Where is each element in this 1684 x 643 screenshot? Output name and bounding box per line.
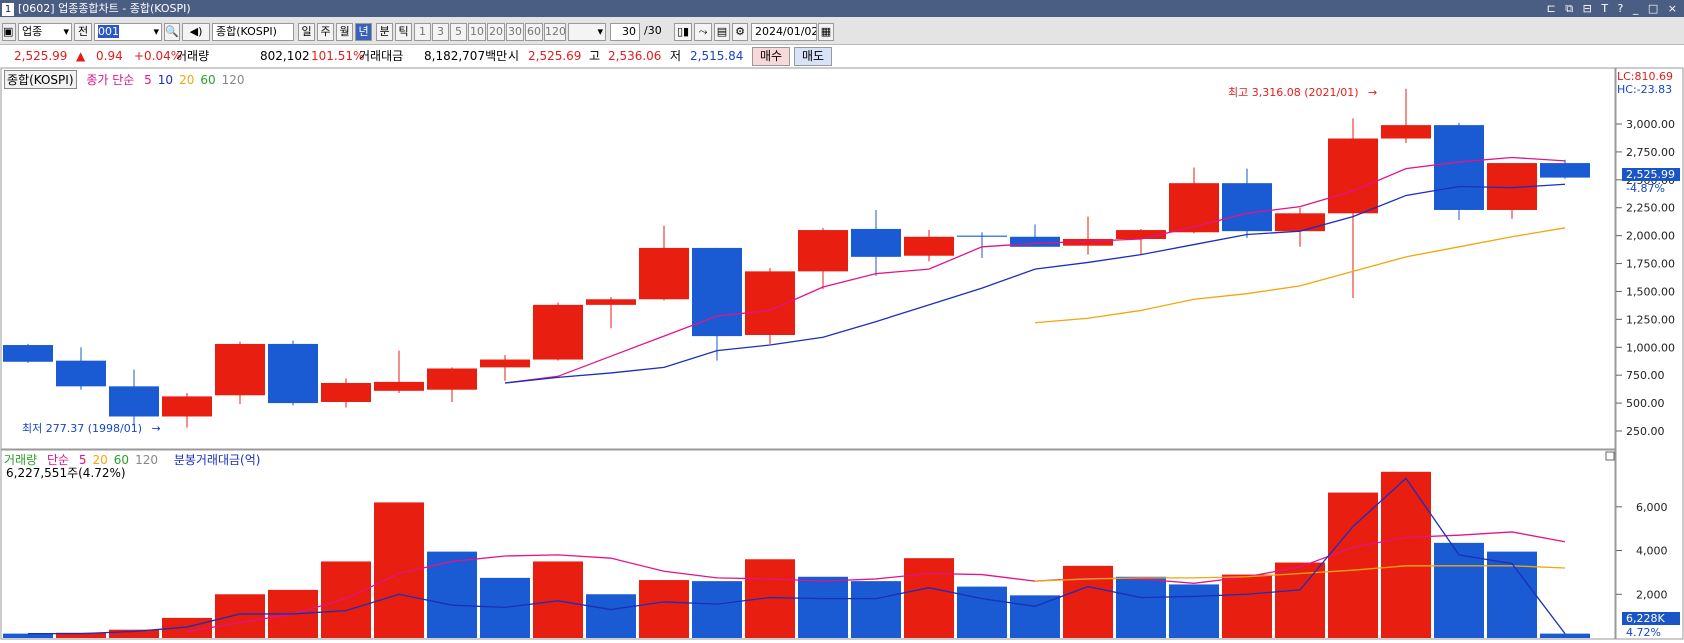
price-axis-label: 2,000.00 (1626, 230, 1675, 243)
price-axis-label: 1,750.00 (1626, 258, 1675, 271)
candle-body (268, 343, 318, 404)
price-axis-label: 3,000.00 (1626, 118, 1675, 131)
candle-body (1275, 213, 1325, 232)
volume-bar (1381, 471, 1431, 638)
volume-axis-label: 4,000 (1636, 545, 1668, 558)
volume-bar (1063, 565, 1113, 638)
candle-body (1381, 125, 1431, 139)
volume-bar (904, 558, 954, 638)
price-axis-label: 1,500.00 (1626, 285, 1675, 298)
ma-period-120: 120 (221, 73, 245, 87)
volume-bar (1222, 574, 1272, 638)
volume-bar (586, 594, 636, 638)
amount-legend-label: 분봉거래대금(억) (173, 453, 261, 467)
high-note-text: 최고 3,316.08 (2021/01) (1228, 86, 1359, 99)
candle-body (904, 236, 954, 256)
candle-body (1010, 236, 1060, 247)
ma-period-60: 60 (200, 73, 216, 87)
ma-period-5: 5 (144, 73, 152, 87)
volume-bar (533, 561, 583, 638)
candle-body (1222, 183, 1272, 232)
volume-axis-label: 6,000 (1636, 501, 1668, 514)
candle-body (374, 381, 424, 391)
candle-body (798, 230, 848, 272)
volume-bar (374, 502, 424, 638)
current-pct-tag: -4.87% (1626, 182, 1665, 195)
candle-body (533, 304, 583, 360)
volume-bar (1116, 576, 1166, 638)
candle-body (3, 345, 53, 362)
vol-ma-period-120: 120 (135, 453, 158, 467)
candle-body (321, 382, 371, 402)
index-name-box: 종합(KOSPI) (4, 70, 77, 89)
candle-body (1540, 163, 1590, 178)
volume-axis-label: 2,000 (1636, 588, 1668, 601)
candle-body (639, 247, 689, 300)
candle-body (480, 359, 530, 368)
candle-body (586, 299, 636, 305)
volume-bar (798, 576, 848, 638)
candle-body (1169, 183, 1219, 233)
volume-bar (3, 633, 53, 638)
candle-body (1434, 125, 1484, 210)
candle-body (215, 343, 265, 396)
candle-body (162, 396, 212, 417)
price-axis-label: 250.00 (1626, 425, 1665, 438)
ma-label: 종가 단순 (86, 73, 135, 87)
last-volume-tag: 6,228K (1622, 612, 1680, 625)
low-note: 최저 277.37 (1998/01) → (22, 420, 167, 436)
current-price-tag: 2,525.99 (1622, 168, 1680, 181)
volume-bar (851, 581, 901, 638)
arrow-right-icon: → (1368, 86, 1378, 99)
price-axis-label: 2,250.00 (1626, 202, 1675, 215)
price-axis-label: 1,000.00 (1626, 341, 1675, 354)
volume-bar (1169, 584, 1219, 638)
candle-body (56, 360, 106, 387)
price-axis-label: 2,750.00 (1626, 146, 1675, 159)
volume-bar (692, 581, 742, 638)
price-legend: 종합(KOSPI) 종가 단순 5 10 20 60 120 (4, 70, 257, 89)
panel-maximize-icon (1605, 451, 1615, 461)
lc-label: LC:810.69 (1617, 70, 1674, 83)
volume-bar (321, 561, 371, 638)
volume-bar (1328, 492, 1378, 638)
price-axis-label: 750.00 (1626, 369, 1665, 382)
volume-bar (1010, 595, 1060, 638)
price-axis-label: 500.00 (1626, 397, 1665, 410)
candle-body (109, 386, 159, 417)
volume-value-label: 6,227,551주(4.72%) (6, 466, 126, 480)
candle-body (1328, 138, 1378, 214)
last-volume-pct: 4.72% (1626, 626, 1661, 639)
hc-label: HC:-23.83 (1617, 83, 1673, 96)
ma-period-20: 20 (179, 73, 195, 87)
volume-bar (745, 559, 795, 638)
candle-body (851, 228, 901, 257)
low-note-text: 최저 277.37 (1998/01) (22, 422, 143, 435)
price-axis-label: 1,250.00 (1626, 313, 1675, 326)
arrow-right-icon: → (151, 422, 161, 435)
volume-bar (427, 551, 477, 638)
candle-body (957, 235, 1007, 237)
volume-bar (639, 580, 689, 638)
ma-period-10: 10 (157, 73, 174, 87)
volume-bar (215, 594, 265, 638)
candle-body (427, 368, 477, 390)
chart-canvas[interactable]: 250.00 500.00 750.00 1,000.00 1,250.00 1,500.… (0, 0, 1684, 643)
high-note: 최고 3,316.08 (2021/01) → (1228, 84, 1383, 100)
volume-bar (1540, 633, 1590, 638)
volume-bar (957, 586, 1007, 638)
